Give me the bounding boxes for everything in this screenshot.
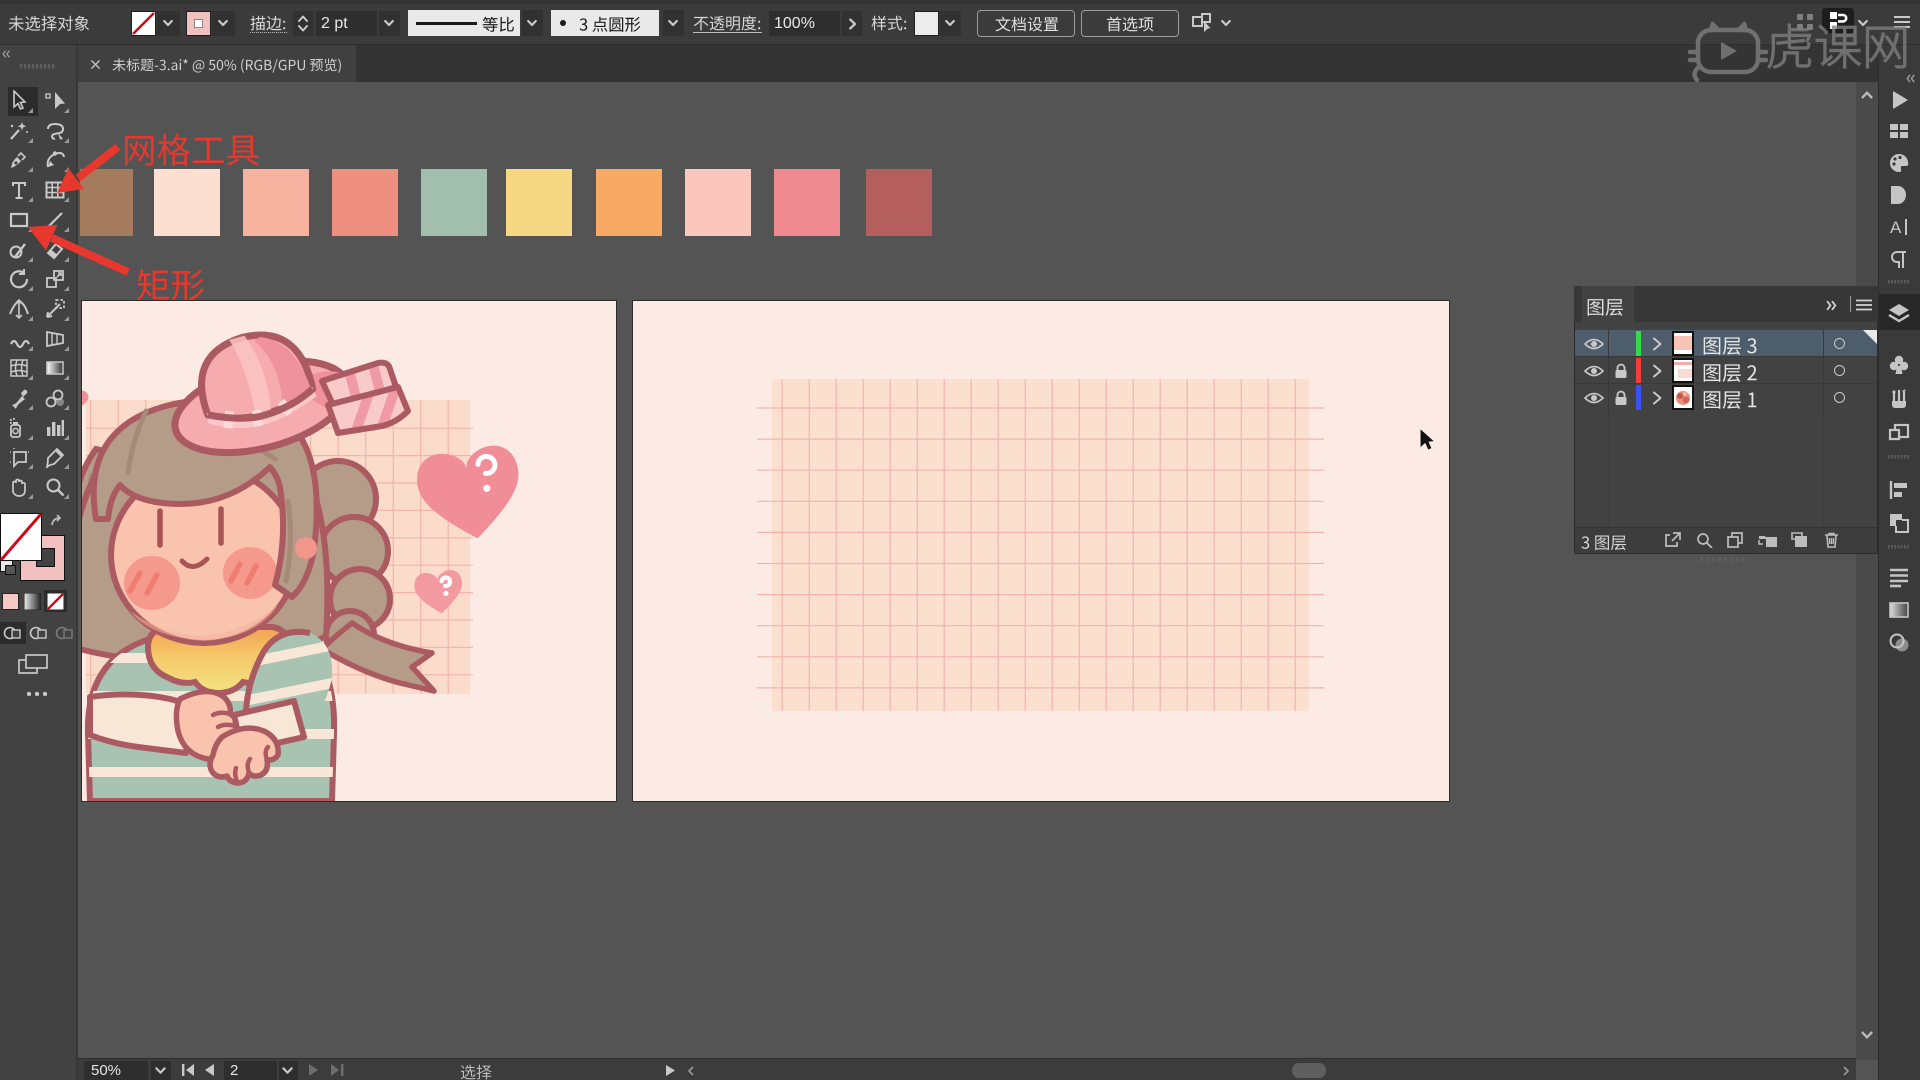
svg-text:A: A	[1890, 218, 1902, 237]
